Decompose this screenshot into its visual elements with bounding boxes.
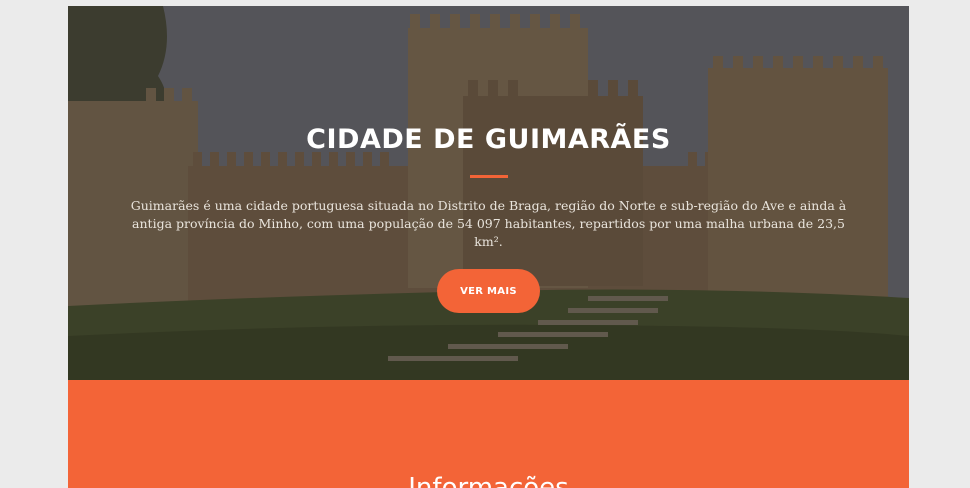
hero-section: CIDADE DE GUIMARÃES Guimarães é uma cida…	[68, 6, 909, 380]
hero-content: CIDADE DE GUIMARÃES Guimarães é uma cida…	[68, 6, 909, 380]
page: CIDADE DE GUIMARÃES Guimarães é uma cida…	[68, 6, 909, 488]
info-section: Informações	[68, 380, 909, 488]
title-divider	[470, 175, 508, 178]
see-more-button[interactable]: VER MAIS	[437, 269, 540, 313]
hero-description: Guimarães é uma cidade portuguesa situad…	[130, 198, 847, 249]
hero-title: CIDADE DE GUIMARÃES	[306, 124, 671, 155]
info-title: Informações	[408, 473, 569, 488]
